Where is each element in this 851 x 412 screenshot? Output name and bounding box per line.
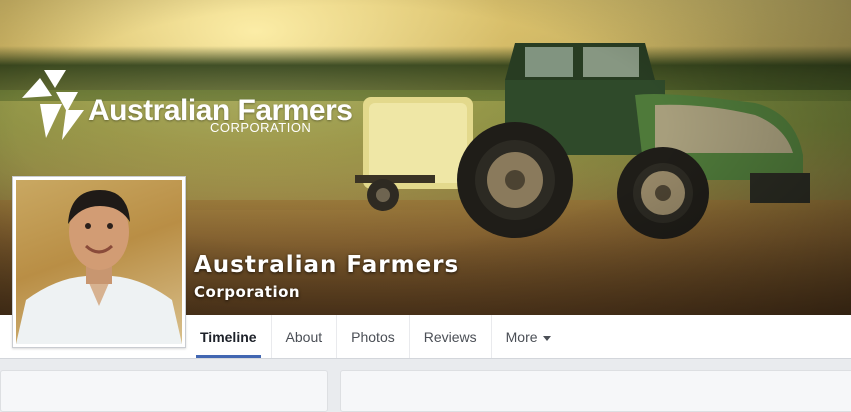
- brand-logo-subtitle: CORPORATION: [210, 120, 312, 135]
- tab-more-label: More: [505, 329, 538, 345]
- tab-timeline-label: Timeline: [200, 329, 257, 345]
- chevron-down-icon: [542, 335, 551, 341]
- brand-logo-icon: [22, 70, 84, 140]
- page-category: Corporation: [194, 283, 301, 301]
- profile-picture[interactable]: [12, 176, 186, 348]
- page-title[interactable]: Australian Farmers: [194, 252, 459, 278]
- tab-photos-label: Photos: [351, 329, 395, 345]
- tab-timeline[interactable]: Timeline: [186, 315, 272, 358]
- tab-reviews-label: Reviews: [423, 329, 477, 345]
- right-column-panel: [340, 370, 851, 412]
- left-column-panel: [0, 370, 328, 412]
- tab-about-label: About: [285, 329, 323, 345]
- brand-logo: Australian Farmers CORPORATION: [22, 70, 353, 147]
- tab-more[interactable]: More: [492, 315, 565, 358]
- tab-photos[interactable]: Photos: [337, 315, 410, 358]
- tab-reviews[interactable]: Reviews: [410, 315, 492, 358]
- tab-about[interactable]: About: [272, 315, 338, 358]
- avatar: [16, 190, 182, 344]
